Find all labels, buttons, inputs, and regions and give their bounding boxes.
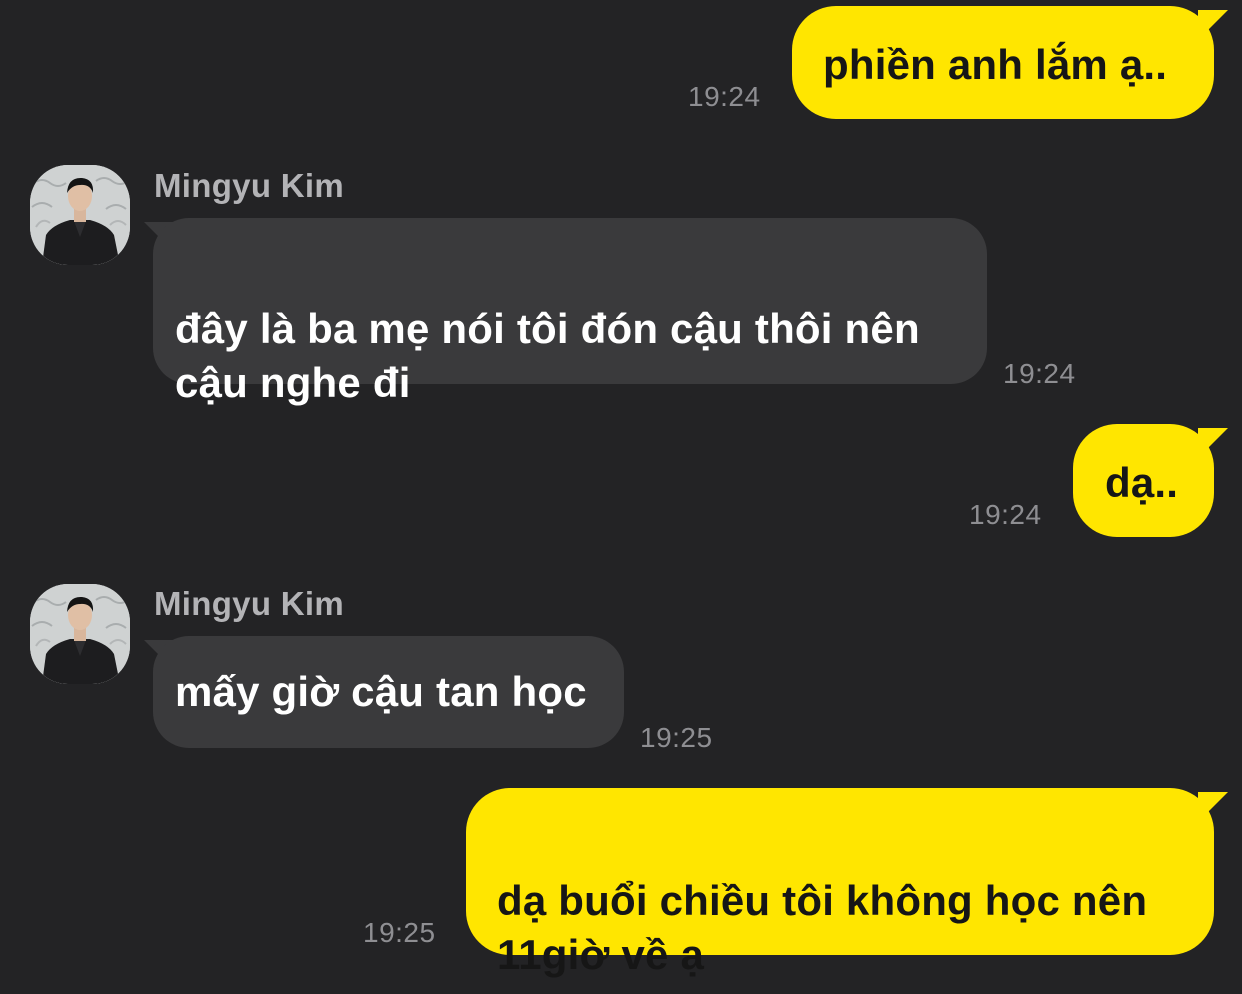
message-text: mấy giờ cậu tan học bbox=[175, 668, 587, 715]
outgoing-message-bubble[interactable]: dạ.. bbox=[1073, 424, 1214, 537]
sender-name: Mingyu Kim bbox=[154, 167, 344, 204]
chat-thread: 19:24 phiền anh lắm ạ.. Mingyu Kim đây l… bbox=[0, 0, 1242, 994]
message-timestamp: 19:25 bbox=[640, 722, 713, 753]
profile-photo-icon bbox=[30, 165, 130, 265]
message-text: đây là ba mẹ nói tôi đón cậu thôi nên cậ… bbox=[175, 305, 920, 406]
avatar[interactable] bbox=[30, 165, 130, 265]
message-timestamp: 19:24 bbox=[1003, 358, 1076, 389]
incoming-message-bubble[interactable]: mấy giờ cậu tan học bbox=[153, 636, 624, 748]
avatar[interactable] bbox=[30, 584, 130, 684]
incoming-message-bubble[interactable]: đây là ba mẹ nói tôi đón cậu thôi nên cậ… bbox=[153, 218, 987, 406]
outgoing-message-bubble[interactable]: phiền anh lắm ạ.. bbox=[792, 6, 1214, 119]
bubble-tail bbox=[1198, 428, 1228, 458]
message-timestamp: 19:24 bbox=[969, 499, 1042, 530]
profile-photo-icon bbox=[30, 584, 130, 684]
message-text: phiền anh lắm ạ.. bbox=[823, 41, 1168, 88]
message-timestamp: 19:25 bbox=[363, 917, 436, 948]
bubble-tail bbox=[1198, 10, 1228, 40]
bubble-tail bbox=[1198, 792, 1228, 822]
sender-name: Mingyu Kim bbox=[154, 585, 344, 622]
message-text: dạ buổi chiều tôi không học nên 11giờ về… bbox=[497, 877, 1148, 978]
message-timestamp: 19:24 bbox=[688, 81, 761, 112]
message-text: dạ.. bbox=[1105, 459, 1179, 506]
outgoing-message-bubble[interactable]: dạ buổi chiều tôi không học nên 11giờ về… bbox=[466, 788, 1214, 978]
